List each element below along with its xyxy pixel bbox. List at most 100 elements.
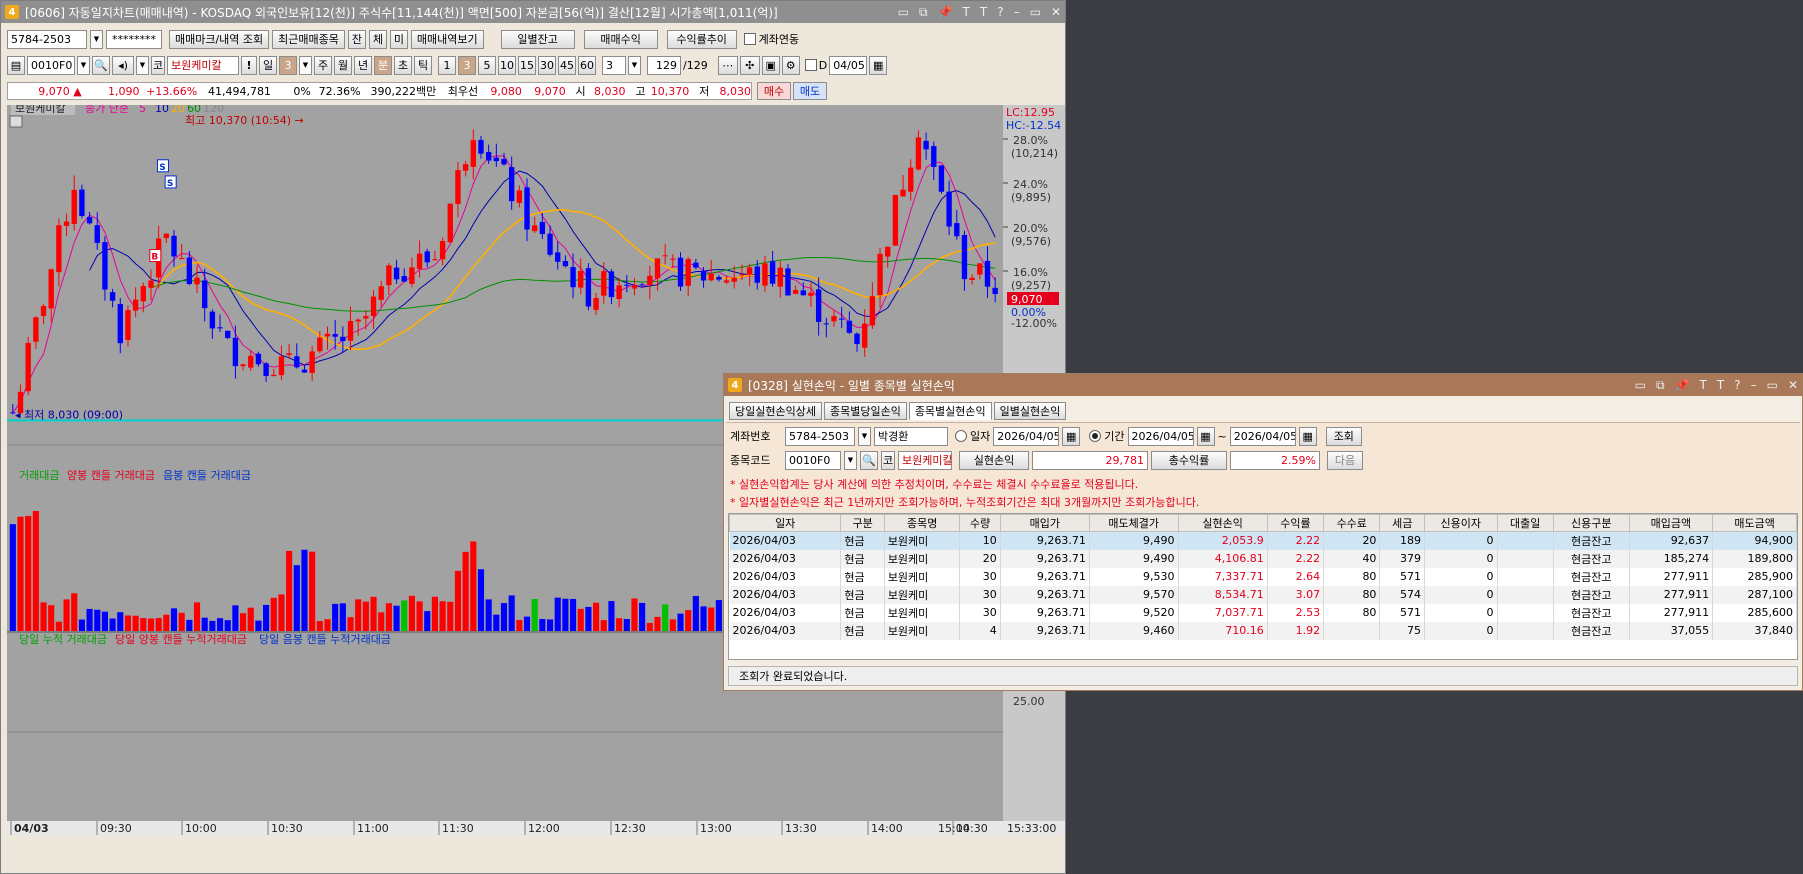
profit-trend-button[interactable]: 수익률추이 xyxy=(666,29,737,49)
pl-account-dropdown-icon[interactable]: ▼ xyxy=(858,426,871,446)
col-header[interactable]: 매도금액 xyxy=(1712,514,1797,532)
tab-2[interactable]: 종목별실현손익 xyxy=(908,402,992,420)
interval-5-button[interactable]: 5 xyxy=(478,55,496,75)
date-checkbox[interactable] xyxy=(804,59,817,71)
minimize-icon[interactable]: – xyxy=(1751,378,1757,393)
text-icon[interactable]: T xyxy=(963,5,970,20)
day-radio[interactable] xyxy=(955,430,967,442)
account-dropdown-icon[interactable]: ▼ xyxy=(90,29,103,49)
period-dropdown-icon[interactable]: ▼ xyxy=(299,55,312,75)
col-header[interactable]: 신용구분 xyxy=(1552,514,1630,532)
from-calendar-icon[interactable]: ▦ xyxy=(1196,426,1215,446)
stock-name-field[interactable]: 보원케미칼 xyxy=(167,55,239,75)
speaker-icon[interactable]: ◂) xyxy=(112,55,134,75)
restore-tile-icon[interactable]: ⧉ xyxy=(919,5,928,20)
tab-3[interactable]: 일별실현손익 xyxy=(993,402,1067,420)
password-field[interactable]: ******** xyxy=(106,29,162,49)
interval-10-button[interactable]: 10 xyxy=(498,55,516,75)
table-row[interactable]: 2026/04/03 현금 보원케미 20 9,263.71 9,490 4,106.81 2… xyxy=(729,549,1797,568)
day-date-field[interactable]: 2026/04/05 xyxy=(993,426,1060,446)
balance-button[interactable]: 잔 xyxy=(347,29,366,49)
period-week-button[interactable]: 주 xyxy=(314,55,332,75)
trade-mark-query-button[interactable]: 매매마크/내역 조회 xyxy=(169,29,270,49)
col-header[interactable]: 대출일 xyxy=(1496,514,1554,532)
restore-tile-icon[interactable]: ⧉ xyxy=(1656,378,1665,393)
unfilled-button[interactable]: 미 xyxy=(389,29,408,49)
pl-search-icon[interactable]: 🔍 xyxy=(860,450,878,470)
count-field[interactable]: 129 xyxy=(647,55,681,75)
pl-table-wrap[interactable]: 일자 구분 종목명 수량 매입가 매도체결가 실현손익 수익률 수수료 세금 신용이자 대출일 신용구분… xyxy=(728,513,1798,660)
interval-select[interactable]: 3 xyxy=(602,55,626,75)
period-year-button[interactable]: 년 xyxy=(354,55,372,75)
query-button[interactable]: 조회 xyxy=(1325,426,1362,446)
interval-1-button[interactable]: 1 xyxy=(438,55,456,75)
table-row[interactable]: 2026/04/03 현금 보원케미 10 9,263.71 9,490 2,053.9 2.… xyxy=(729,531,1797,550)
speaker-dropdown-icon[interactable]: ▼ xyxy=(136,55,149,75)
alert-button[interactable]: ! xyxy=(241,55,257,75)
minimize-icon[interactable]: – xyxy=(1014,5,1020,20)
day-calendar-icon[interactable]: ▦ xyxy=(1062,426,1081,446)
col-header[interactable]: 종목명 xyxy=(883,514,961,532)
interval-45-button[interactable]: 45 xyxy=(558,55,576,75)
from-date-field[interactable]: 2026/04/05 xyxy=(1127,426,1194,446)
recent-trade-stocks-button[interactable]: 최근매매종목 xyxy=(272,29,345,49)
help-icon[interactable]: ? xyxy=(997,5,1003,20)
minimize-tile-icon[interactable]: ▭ xyxy=(898,5,909,20)
pl-account-field[interactable]: 5784-2503 xyxy=(785,426,855,446)
help-icon[interactable]: ? xyxy=(1734,378,1740,393)
pl-code-dropdown-icon[interactable]: ▼ xyxy=(844,450,857,470)
chart-date-field[interactable]: 04/05 xyxy=(829,55,868,75)
col-header[interactable]: 수익률 xyxy=(1266,514,1325,532)
pin-icon[interactable]: 📌 xyxy=(1675,378,1690,393)
pl-code-field[interactable]: 0010F0 xyxy=(785,450,841,470)
period-radio[interactable] xyxy=(1089,430,1102,442)
layout-icon[interactable]: ▤ xyxy=(7,55,25,75)
interval-dropdown-icon[interactable]: ▼ xyxy=(628,55,641,75)
col-header[interactable]: 일자 xyxy=(729,514,842,532)
trade-history-button[interactable]: 매매내역보기 xyxy=(410,29,484,49)
period-minute-button[interactable]: 분 xyxy=(374,55,392,75)
text-icon[interactable]: T xyxy=(1700,378,1707,393)
col-header[interactable]: 구분 xyxy=(840,514,885,532)
next-button[interactable]: 다음 xyxy=(1327,450,1363,470)
to-calendar-icon[interactable]: ▦ xyxy=(1298,426,1317,446)
col-header[interactable]: 매입금액 xyxy=(1628,514,1714,532)
pl-titlebar[interactable]: 4 [0328] 실현손익 - 일별 종목별 실현손익 ▭ ⧉ 📌 T T? – ▭ ✕ xyxy=(724,374,1802,396)
tab-1[interactable]: 종목별당일손익 xyxy=(823,402,907,420)
col-header[interactable]: 수량 xyxy=(959,514,1001,532)
gear-icon[interactable]: ⚙ xyxy=(781,55,800,75)
col-header[interactable]: 매도체결가 xyxy=(1088,514,1179,532)
interval-30-button[interactable]: 30 xyxy=(538,55,556,75)
table-row[interactable]: 2026/04/03 현금 보원케미 30 9,263.71 9,520 7,037.71 2… xyxy=(729,603,1797,622)
table-row[interactable]: 2026/04/03 현금 보원케미 30 9,263.71 9,570 8,534.71 3… xyxy=(729,585,1797,604)
col-header[interactable]: 매입가 xyxy=(999,514,1090,532)
save-icon[interactable]: ▣ xyxy=(761,55,780,75)
sell-button[interactable]: 매도 xyxy=(793,82,827,100)
col-header[interactable]: 수수료 xyxy=(1323,514,1381,532)
calendar-icon[interactable]: ▦ xyxy=(869,55,888,75)
period-day-button[interactable]: 일 xyxy=(259,55,277,75)
font-icon[interactable]: T xyxy=(980,5,987,20)
account-link-checkbox[interactable] xyxy=(743,33,756,45)
col-header[interactable]: 실현손익 xyxy=(1177,514,1268,532)
draw-tools-icon[interactable]: ⋯ xyxy=(717,55,738,75)
period-month-button[interactable]: 월 xyxy=(334,55,352,75)
col-header[interactable]: 세금 xyxy=(1379,514,1426,532)
account-field[interactable]: 5784-2503 xyxy=(7,29,87,49)
crosshair-icon[interactable]: ✣ xyxy=(739,55,760,75)
daily-balance-button[interactable]: 일별잔고 xyxy=(500,29,575,49)
buy-button[interactable]: 매수 xyxy=(757,82,791,100)
search-icon[interactable]: 🔍 xyxy=(92,55,110,75)
tab-0[interactable]: 당일실현손익상세 xyxy=(729,402,822,420)
pl-stock-name-field[interactable]: 보원케미칼 xyxy=(898,450,952,470)
to-date-field[interactable]: 2026/04/05 xyxy=(1229,426,1296,446)
close-icon[interactable]: ✕ xyxy=(1051,5,1061,20)
col-header[interactable]: 신용이자 xyxy=(1424,514,1498,532)
interval-15-button[interactable]: 15 xyxy=(518,55,536,75)
stock-code-field[interactable]: 0010F0 xyxy=(27,55,75,75)
filled-button[interactable]: 체 xyxy=(368,29,387,49)
pin-icon[interactable]: 📌 xyxy=(938,5,953,20)
maximize-icon[interactable]: ▭ xyxy=(1030,5,1041,20)
trade-profit-button[interactable]: 매매수익 xyxy=(583,29,658,49)
minimize-tile-icon[interactable]: ▭ xyxy=(1635,378,1646,393)
